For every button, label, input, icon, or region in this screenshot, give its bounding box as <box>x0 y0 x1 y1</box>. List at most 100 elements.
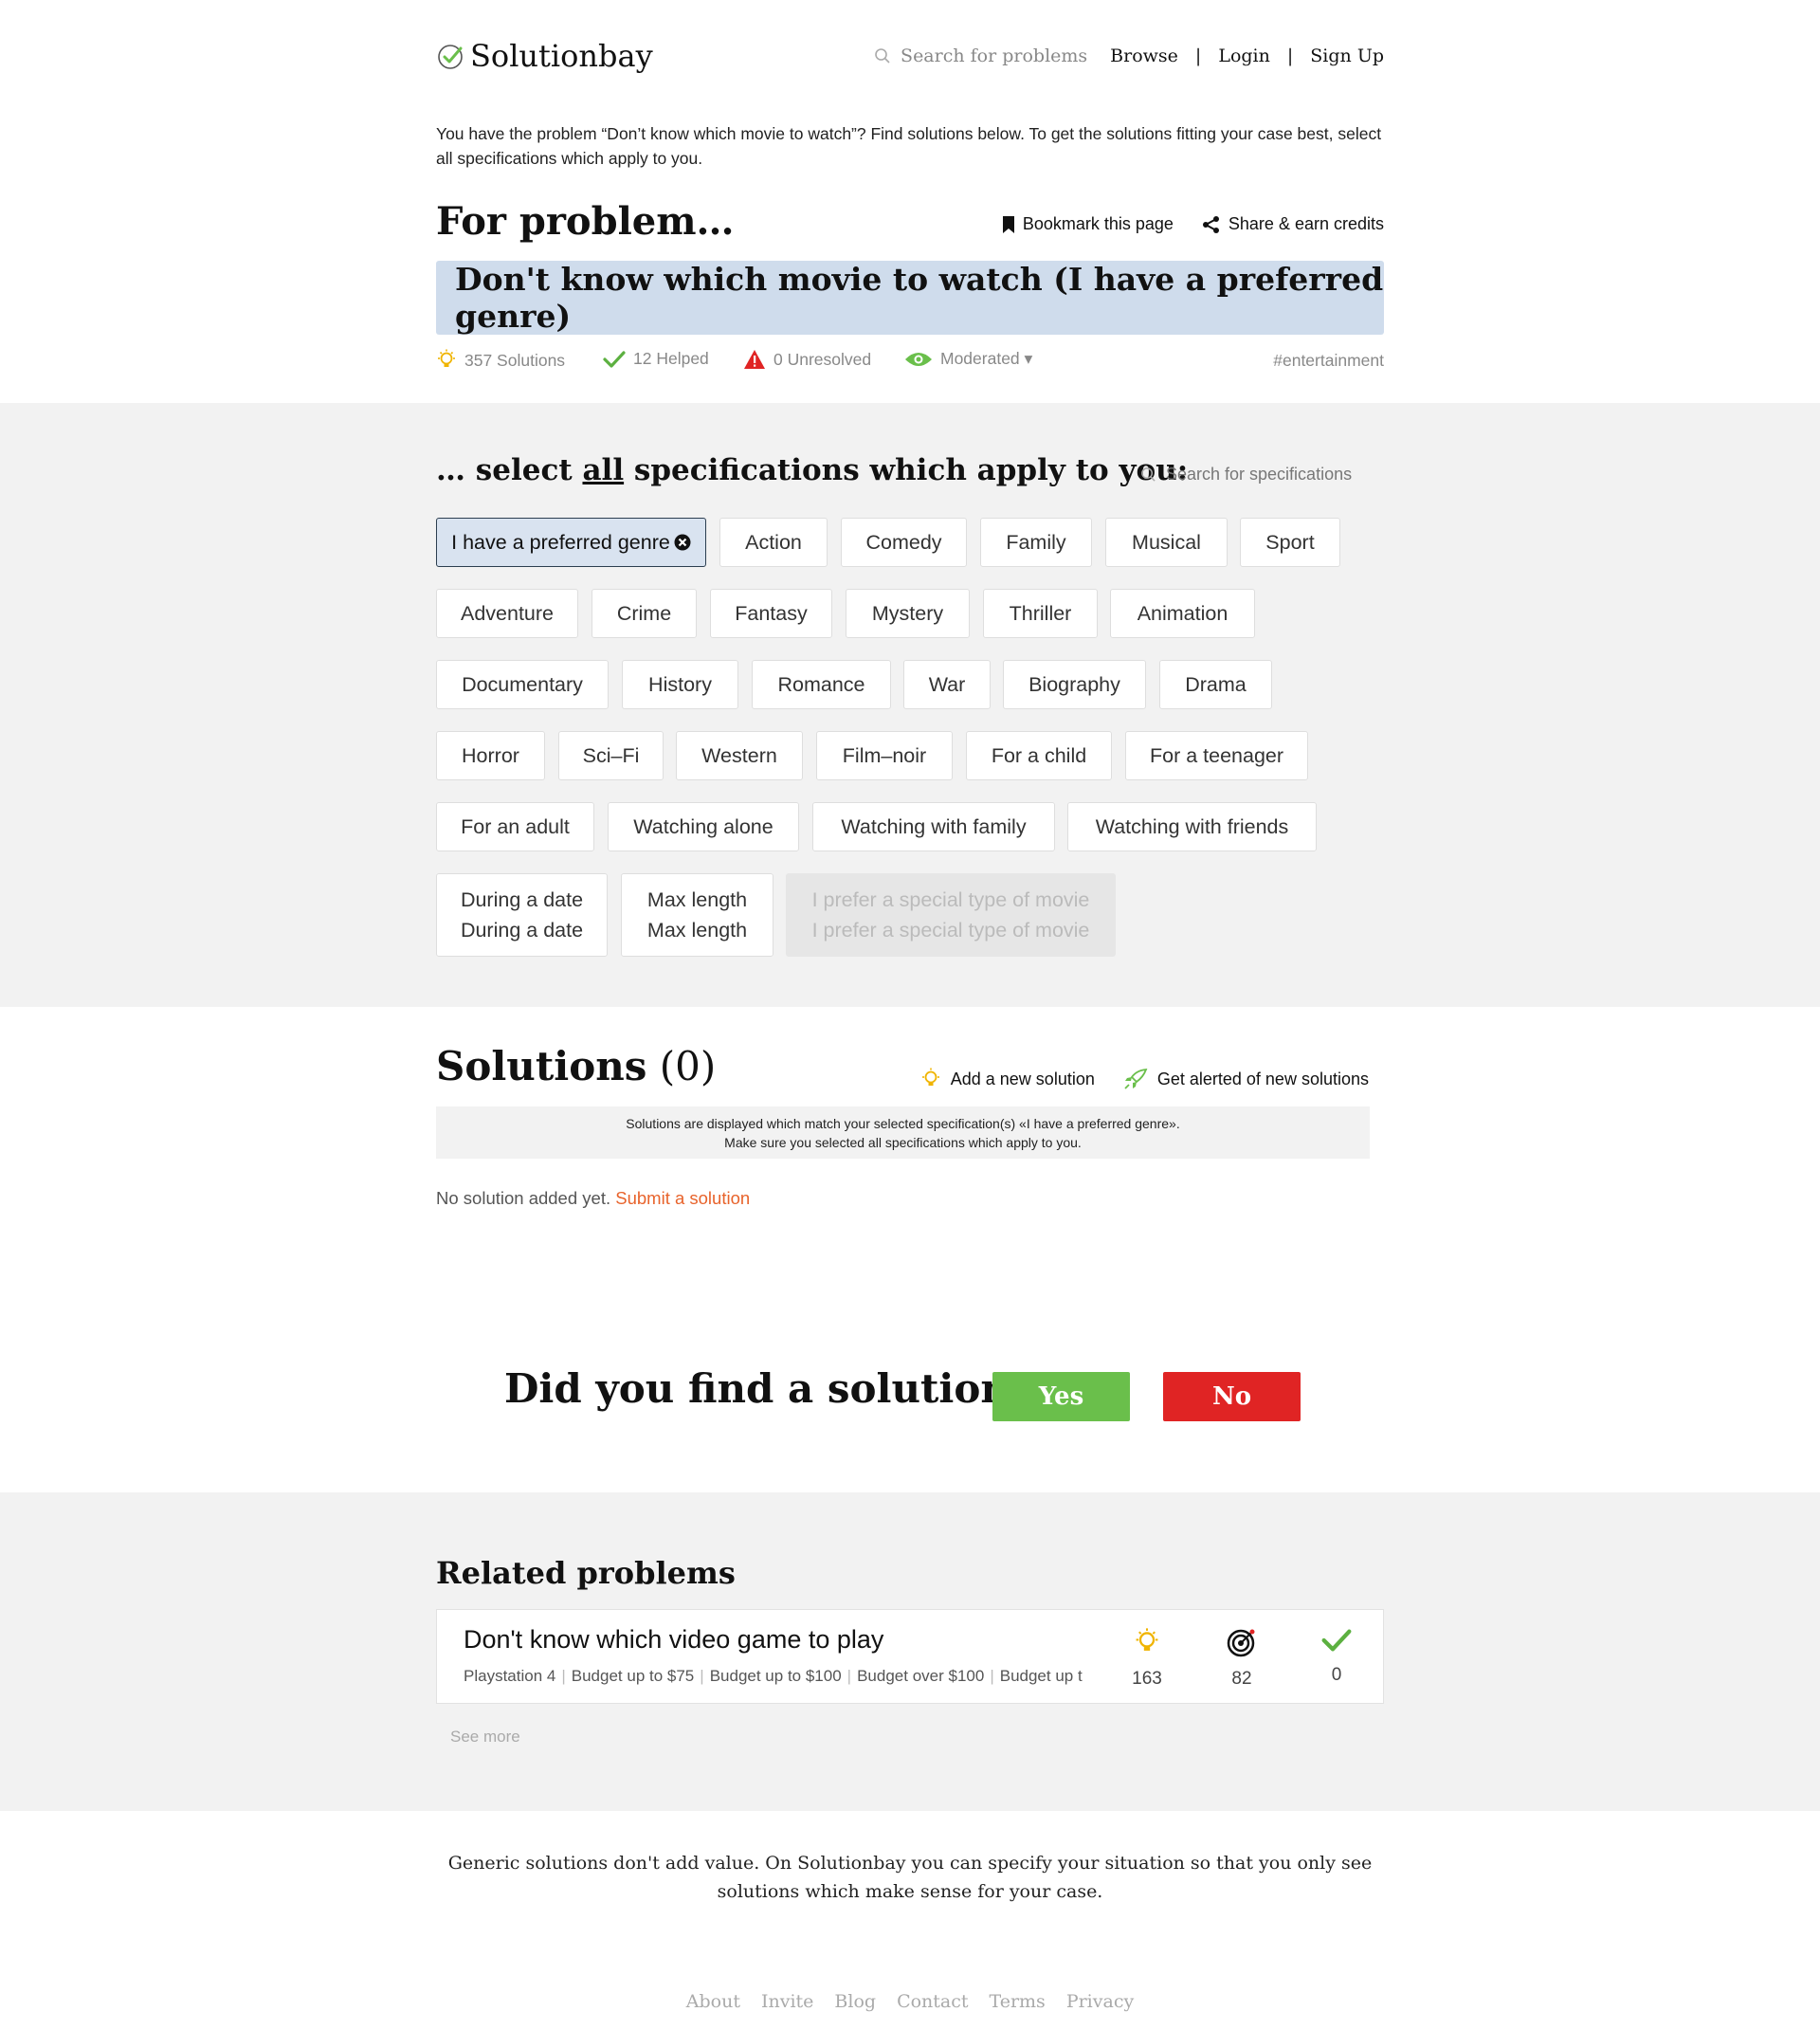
related-tag: Budget up to $75 <box>571 1667 695 1685</box>
get-alerted-label: Get alerted of new solutions <box>1156 1069 1369 1088</box>
spec-chip-max-length[interactable]: Max length Max length <box>621 873 774 957</box>
solutions-stat: 357 Solutions <box>436 349 565 372</box>
footer-tagline: Generic solutions don't add value. On So… <box>447 1853 1373 1902</box>
browse-link[interactable]: Browse <box>1110 46 1178 66</box>
spec-chip-animation[interactable]: Animation <box>1110 589 1255 638</box>
unresolved-count: 0 Unresolved <box>774 349 872 369</box>
solutions-title: Solutions <box>436 1043 647 1089</box>
spec-chip-watching-family[interactable]: Watching with family <box>812 802 1055 851</box>
share-icon <box>1202 215 1219 233</box>
spec-chip-scifi[interactable]: Sci–Fi <box>558 731 664 780</box>
note-line: Solutions are displayed which match your… <box>626 1116 1180 1131</box>
footer-about-link[interactable]: About <box>686 1991 740 2012</box>
footer-blog-link[interactable]: Blog <box>834 1991 876 2012</box>
submit-solution-link[interactable]: Submit a solution <box>615 1188 750 1208</box>
lightbulb-icon <box>438 349 455 367</box>
spec-chip-drama[interactable]: Drama <box>1159 660 1272 709</box>
spec-chip-for-adult[interactable]: For an adult <box>436 802 594 851</box>
related-problem-title[interactable]: Don't know which video game to play <box>464 1625 883 1655</box>
bookmark-icon <box>1002 215 1014 233</box>
related-solutions-stat: 163 <box>1119 1627 1175 1690</box>
category-tag[interactable]: #entertainment <box>1273 351 1384 371</box>
lightbulb-icon <box>921 1068 939 1086</box>
spec-search-input[interactable]: Search for specifications <box>1140 465 1387 485</box>
spec-chip-for-teenager[interactable]: For a teenager <box>1125 731 1308 780</box>
spec-chip-fantasy[interactable]: Fantasy <box>710 589 832 638</box>
remove-icon[interactable] <box>674 534 691 551</box>
spec-chip-filmnoir[interactable]: Film–noir <box>816 731 953 780</box>
signup-link[interactable]: Sign Up <box>1310 46 1384 66</box>
nav-separator: | <box>1194 46 1202 66</box>
logo[interactable]: Solutionbay <box>436 38 653 74</box>
problem-search-input[interactable]: Search for problems <box>874 46 1087 66</box>
related-problem-tags: Playstation 4 | Budget up to $75 | Budget up… <box>464 1667 1083 1685</box>
spec-title-pre: … select <box>436 453 583 487</box>
logo-text: Solutionbay <box>470 38 653 74</box>
spec-chip-documentary[interactable]: Documentary <box>436 660 609 709</box>
search-icon <box>1141 467 1156 482</box>
related-problem-card[interactable]: Don't know which video game to play Play… <box>436 1609 1384 1704</box>
related-problems-heading: Related problems <box>436 1555 736 1591</box>
spec-chip-biography[interactable]: Biography <box>1003 660 1146 709</box>
yes-button[interactable]: Yes <box>992 1372 1130 1421</box>
spec-chip-history[interactable]: History <box>622 660 738 709</box>
no-button[interactable]: No <box>1163 1372 1301 1421</box>
spec-chip-adventure[interactable]: Adventure <box>436 589 578 638</box>
solutions-count-label: (0) <box>659 1043 717 1089</box>
spec-chip-watching-friends[interactable]: Watching with friends <box>1067 802 1317 851</box>
spec-chip-during-date[interactable]: During a date During a date <box>436 873 608 957</box>
no-solutions-text: No solution added yet. <box>436 1188 611 1208</box>
spec-title-all: all <box>582 453 625 487</box>
spec-chip-musical[interactable]: Musical <box>1105 518 1228 567</box>
spec-chip-thriller[interactable]: Thriller <box>983 589 1098 638</box>
note-line: Make sure you selected all specification… <box>724 1135 1082 1150</box>
spec-chip-label: During a date <box>460 888 584 911</box>
spec-chip-watching-alone[interactable]: Watching alone <box>608 802 799 851</box>
moderated-label: Moderated ▾ <box>940 349 1033 368</box>
spec-chip-sport[interactable]: Sport <box>1240 518 1340 567</box>
related-tag: Budget over $100 <box>857 1667 985 1685</box>
share-label: Share & earn credits <box>1228 214 1384 233</box>
spec-chip-label: Max length <box>646 919 748 942</box>
spec-chip-special-type: I prefer a special type of movie I prefe… <box>786 873 1116 957</box>
solutions-actions: Add a new solution Get alerted of new so… <box>892 1068 1369 1090</box>
footer-links: About Invite Blog Contact Terms Privacy <box>0 1991 1820 2012</box>
footer-contact-link[interactable]: Contact <box>897 1991 968 2012</box>
target-icon <box>1227 1629 1255 1657</box>
login-link[interactable]: Login <box>1218 46 1270 66</box>
problem-title-box: Don't know which movie to watch (I have … <box>436 261 1384 335</box>
spec-chip-romance[interactable]: Romance <box>752 660 891 709</box>
spec-chip-label: I have a preferred genre <box>451 530 670 554</box>
related-target-count: 82 <box>1231 1669 1252 1689</box>
eye-icon <box>905 352 932 366</box>
spec-chip-action[interactable]: Action <box>719 518 828 567</box>
spec-chip-comedy[interactable]: Comedy <box>841 518 967 567</box>
spec-chip-mystery[interactable]: Mystery <box>846 589 970 638</box>
spec-chip-crime[interactable]: Crime <box>592 589 697 638</box>
footer-privacy-link[interactable]: Privacy <box>1066 1991 1134 2012</box>
spec-chip-family[interactable]: Family <box>980 518 1092 567</box>
get-alerted-button[interactable]: Get alerted of new solutions <box>1123 1068 1369 1090</box>
spec-chip-horror[interactable]: Horror <box>436 731 545 780</box>
spec-chip-label: Max length <box>646 888 748 911</box>
add-solution-button[interactable]: Add a new solution <box>920 1068 1095 1090</box>
spec-chip-western[interactable]: Western <box>676 731 803 780</box>
see-more-link[interactable]: See more <box>450 1728 520 1747</box>
spec-chip-war[interactable]: War <box>903 660 991 709</box>
check-icon <box>603 350 626 368</box>
helped-stat: 12 Helped <box>603 349 709 369</box>
share-button[interactable]: Share & earn credits <box>1202 214 1384 234</box>
spec-chip-label: During a date <box>460 919 584 942</box>
bookmark-button[interactable]: Bookmark this page <box>1002 214 1174 234</box>
footer-invite-link[interactable]: Invite <box>761 1991 813 2012</box>
moderated-dropdown[interactable]: Moderated ▾ <box>904 349 1032 369</box>
related-helped-count: 0 <box>1331 1665 1342 1685</box>
spec-chip-selected[interactable]: I have a preferred genre <box>436 518 706 567</box>
spec-chip-for-child[interactable]: For a child <box>966 731 1112 780</box>
did-you-find-question: Did you find a solution? <box>504 1365 1033 1412</box>
top-nav: Search for problems Browse | Login | Sig… <box>874 46 1384 66</box>
spec-title-post: specifications which apply to you: <box>624 453 1189 487</box>
related-tag: Playstation 4 <box>464 1667 556 1685</box>
rocket-icon <box>1124 1068 1148 1089</box>
footer-terms-link[interactable]: Terms <box>990 1991 1046 2012</box>
